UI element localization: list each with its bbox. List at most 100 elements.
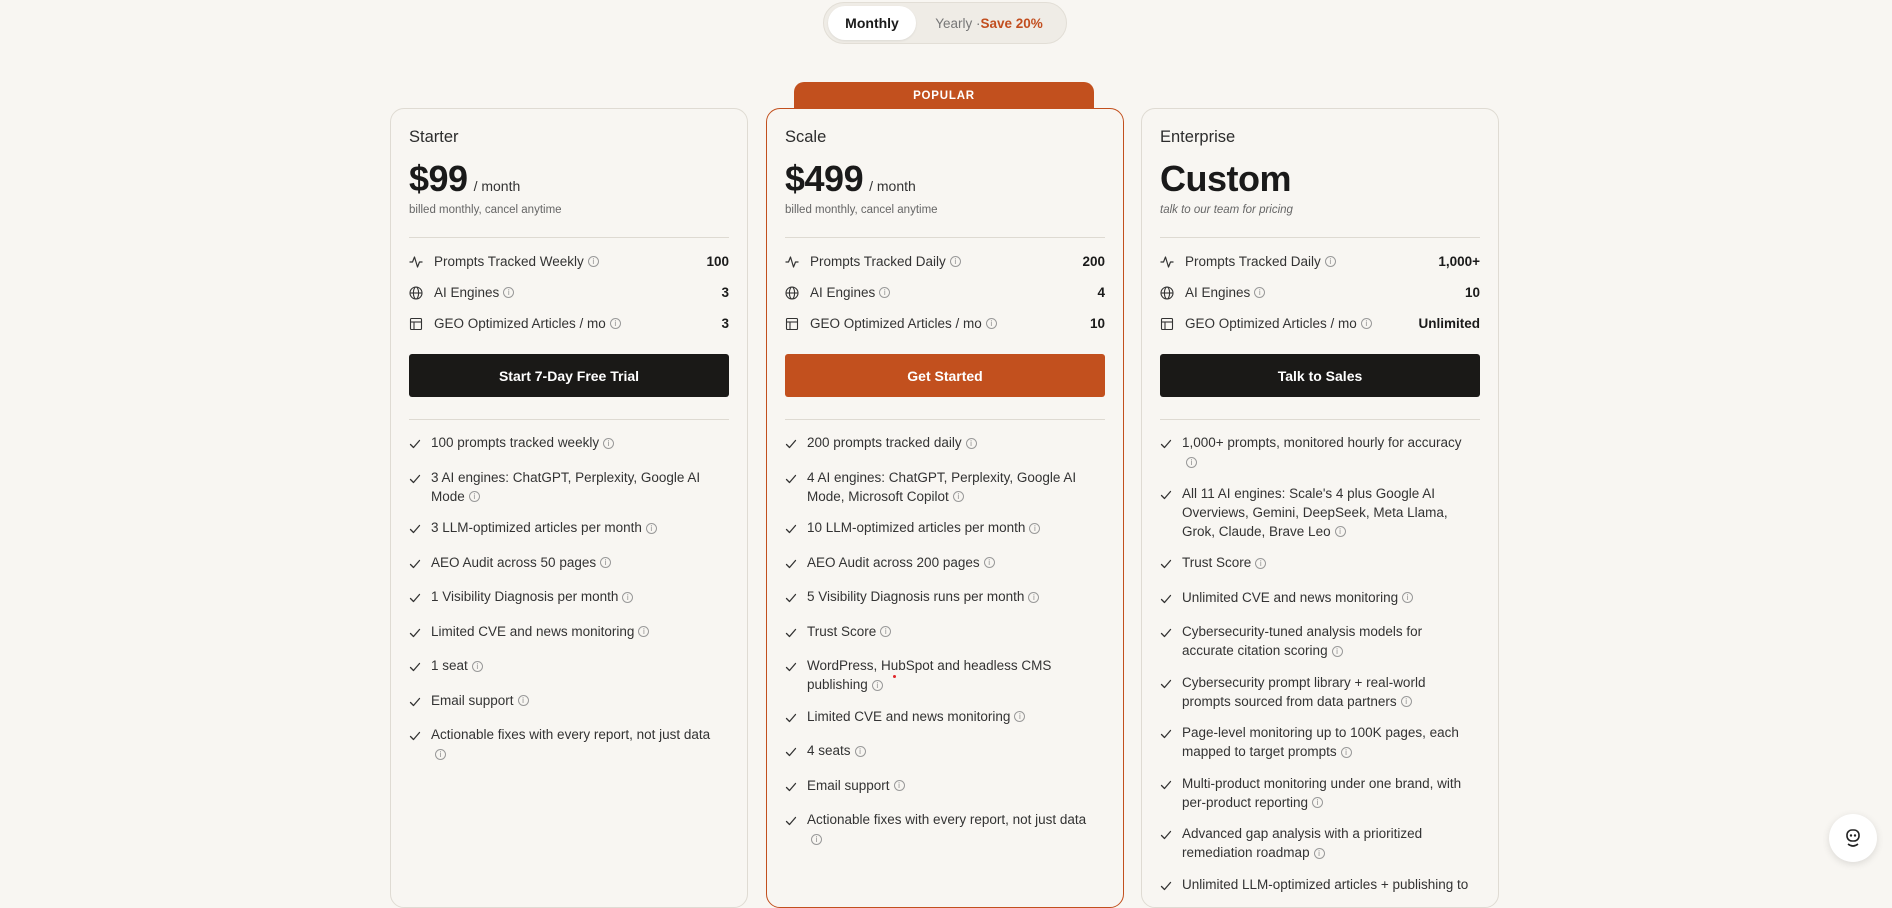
stat-label: AI Engines [810, 285, 876, 300]
feature-text: 4 seats [807, 743, 851, 758]
plan-stat-row: AI Engines i 10 [1160, 277, 1480, 308]
check-icon [1160, 827, 1172, 862]
plan-stat-row: GEO Optimized Articles / mo i 10 [785, 308, 1105, 339]
info-icon[interactable]: i [871, 679, 883, 691]
yearly-save-badge: Save 20% [980, 15, 1043, 31]
feature-item: AEO Audit across 50 pages i [409, 553, 729, 575]
plan-cta-button[interactable]: Talk to Sales [1160, 354, 1480, 397]
red-dot-marker [892, 675, 896, 678]
plan-cta-button[interactable]: Start 7-Day Free Trial [409, 354, 729, 397]
feature-text: Email support [807, 777, 890, 793]
feature-text: Cybersecurity prompt library + real-worl… [1182, 674, 1426, 709]
feature-item: Email support i [785, 776, 1105, 798]
feature-item: 4 seats i [785, 741, 1105, 763]
info-icon[interactable]: i [1254, 287, 1266, 298]
plan-price: $99 [409, 158, 468, 199]
info-icon[interactable]: i [435, 748, 446, 760]
chat-widget-button[interactable] [1829, 814, 1877, 862]
feature-text: WordPress, HubSpot and headless CMS publ… [807, 658, 1052, 692]
info-icon[interactable]: i [811, 833, 822, 845]
info-icon[interactable]: i [638, 626, 650, 638]
info-icon[interactable]: i [1334, 526, 1346, 538]
divider [785, 419, 1105, 420]
stat-label: GEO Optimized Articles / mo [434, 316, 606, 331]
stat-value: 100 [706, 254, 729, 269]
plan-stats: Prompts Tracked Daily i 1,000+ AI Engines… [1160, 246, 1480, 339]
info-icon[interactable]: i [952, 491, 964, 503]
plan-cta-button[interactable]: Get Started [785, 354, 1105, 397]
feature-item: Actionable fixes with every report, not … [409, 725, 729, 763]
feature-item: Cybersecurity-tuned analysis models for … [1160, 622, 1480, 660]
info-icon[interactable]: i [471, 660, 483, 672]
info-icon[interactable]: i [645, 522, 657, 534]
plan-stat-row: Prompts Tracked Weekly i 100 [409, 246, 729, 277]
info-icon[interactable]: i [1255, 557, 1267, 569]
info-icon[interactable]: i [1313, 847, 1325, 859]
feature-item: 4 AI engines: ChatGPT, Perplexity, Googl… [785, 468, 1105, 506]
info-icon[interactable]: i [880, 626, 892, 638]
feature-text: 5 Visibility Diagnosis runs per month [807, 589, 1025, 604]
activity-icon [1160, 255, 1174, 269]
info-icon[interactable]: i [1360, 318, 1372, 329]
info-icon[interactable]: i [503, 287, 515, 298]
info-icon[interactable]: i [965, 437, 977, 449]
feature-text: 200 prompts tracked daily [807, 435, 962, 450]
check-icon [785, 744, 797, 763]
plan-card-scale: Scale $499 / month billed monthly, cance… [766, 108, 1124, 908]
check-icon [785, 659, 797, 694]
feature-item: Unlimited CVE and news monitoring i [1160, 588, 1480, 610]
info-icon[interactable]: i [517, 695, 529, 707]
plan-name: Enterprise [1160, 128, 1236, 146]
check-icon [785, 710, 797, 729]
info-icon[interactable]: i [600, 557, 612, 569]
plan-period: / month [869, 178, 916, 194]
check-icon [785, 590, 797, 609]
info-icon[interactable]: i [854, 745, 866, 757]
info-icon[interactable]: i [603, 437, 615, 449]
info-icon[interactable]: i [1029, 522, 1041, 534]
info-icon[interactable]: i [1402, 592, 1414, 604]
info-icon[interactable]: i [985, 318, 997, 329]
check-icon [409, 556, 421, 575]
plan-stat-row: Prompts Tracked Daily i 1,000+ [1160, 246, 1480, 277]
document-icon [785, 317, 799, 331]
info-icon[interactable]: i [1340, 746, 1352, 758]
info-icon[interactable]: i [1312, 797, 1324, 809]
info-icon[interactable]: i [1400, 696, 1412, 708]
activity-icon [785, 255, 799, 269]
billing-toggle-yearly[interactable]: Yearly · Save 20% [916, 6, 1062, 40]
info-icon[interactable]: i [1186, 456, 1197, 468]
plan-stats: Prompts Tracked Weekly i 100 AI Engines i … [409, 246, 729, 339]
info-icon[interactable]: i [983, 557, 995, 569]
check-icon [1160, 591, 1172, 610]
feature-text: Advanced gap analysis with a prioritized… [1182, 826, 1423, 860]
divider [409, 419, 729, 420]
info-icon[interactable]: i [609, 318, 621, 329]
check-icon [409, 728, 421, 763]
feature-item: Page-level monitoring up to 100K pages, … [1160, 723, 1480, 761]
info-icon[interactable]: i [893, 780, 905, 792]
feature-item: Email support i [409, 691, 729, 713]
plan-features: 200 prompts tracked daily i 4 AI engines:… [785, 433, 1105, 848]
info-icon[interactable]: i [949, 256, 961, 267]
plan-stat-row: AI Engines i 3 [409, 277, 729, 308]
feature-item: Advanced gap analysis with a prioritized… [1160, 824, 1480, 862]
info-icon[interactable]: i [1331, 645, 1343, 657]
info-icon[interactable]: i [622, 591, 634, 603]
info-icon[interactable]: i [1324, 256, 1336, 267]
info-icon[interactable]: i [879, 287, 891, 298]
info-icon[interactable]: i [587, 256, 599, 267]
info-icon[interactable]: i [1014, 711, 1026, 723]
feature-text: 4 AI engines: ChatGPT, Perplexity, Googl… [807, 469, 1077, 504]
plan-card-enterprise: Enterprise Custom talk to our team for p… [1141, 108, 1499, 908]
info-icon[interactable]: i [1028, 591, 1040, 603]
feature-text: Email support [431, 692, 514, 708]
globe-icon [1160, 285, 1174, 300]
yearly-label: Yearly · [935, 15, 981, 31]
info-icon[interactable]: i [468, 491, 480, 503]
stat-value: 200 [1082, 254, 1105, 269]
feature-item: Cybersecurity prompt library + real-worl… [1160, 673, 1480, 711]
plan-price-row: Custom [1160, 158, 1480, 202]
check-icon [1160, 436, 1172, 471]
billing-toggle-monthly[interactable]: Monthly [828, 6, 916, 40]
